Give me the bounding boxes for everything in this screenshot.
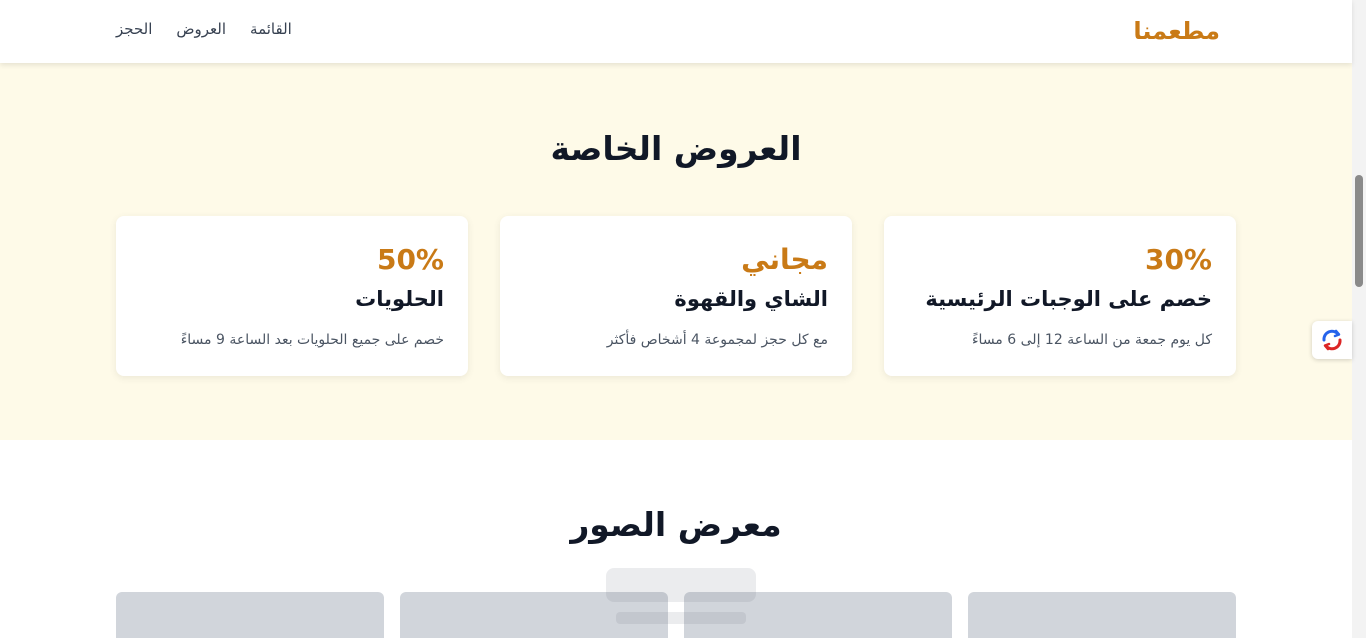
vertical-scrollbar[interactable]: [1352, 0, 1366, 638]
offer-title: خصم على الوجبات الرئيسية: [925, 287, 1212, 311]
offer-title: الشاي والقهوة: [674, 287, 828, 311]
offer-description: مع كل حجز لمجموعة 4 أشخاص فأكثر: [606, 332, 828, 348]
offer-card-desserts: 50% الحلويات خصم على جميع الحلويات بعد ا…: [116, 216, 468, 376]
offer-title: الحلويات: [355, 287, 444, 311]
brand-logo[interactable]: مطعمنا: [1133, 17, 1220, 45]
gallery-image[interactable]: [684, 592, 952, 638]
offer-value: 50%: [376, 243, 444, 276]
offer-card-main-meals: 30% خصم على الوجبات الرئيسية كل يوم جمعة…: [884, 216, 1236, 376]
nav-link-menu[interactable]: القائمة: [250, 20, 292, 38]
scrollbar-thumb[interactable]: [1355, 175, 1363, 287]
refresh-sync-icon[interactable]: [1312, 321, 1352, 359]
gallery-image[interactable]: [400, 592, 668, 638]
offer-value: 30%: [1144, 243, 1212, 276]
offers-title: العروض الخاصة: [550, 129, 802, 168]
nav-link-offers[interactable]: العروض: [176, 20, 226, 38]
offer-description: كل يوم جمعة من الساعة 12 إلى 6 مساءً: [971, 332, 1212, 348]
nav-links: القائمة العروض الحجز: [116, 20, 292, 38]
gallery-title: معرض الصور: [570, 505, 782, 544]
gallery-image[interactable]: [116, 592, 384, 638]
offers-section: العروض الخاصة 30% خصم على الوجبات الرئيس…: [0, 63, 1352, 440]
nav-link-booking[interactable]: الحجز: [116, 20, 152, 38]
offer-card-tea-coffee: مجاني الشاي والقهوة مع كل حجز لمجموعة 4 …: [500, 216, 852, 376]
offer-description: خصم على جميع الحلويات بعد الساعة 9 مساءً: [180, 332, 444, 348]
gallery-image[interactable]: [968, 592, 1236, 638]
top-navbar: مطعمنا القائمة العروض الحجز: [0, 0, 1352, 63]
offer-value: مجاني: [741, 243, 828, 276]
